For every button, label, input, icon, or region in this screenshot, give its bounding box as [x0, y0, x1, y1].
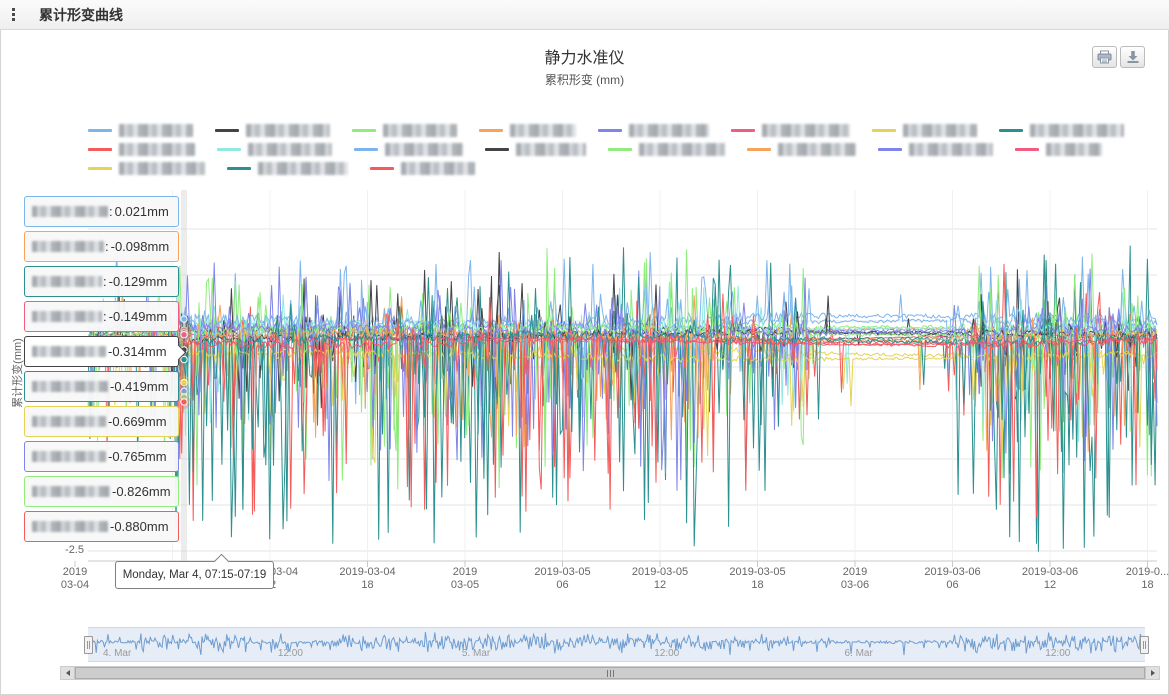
tooltip-label-blurred: [32, 346, 106, 357]
left-arrow-icon: [66, 670, 70, 676]
tooltip-value: 0.021mm: [115, 204, 169, 219]
date-range-tooltip: Monday, Mar 4, 07:15-07:19: [115, 561, 274, 589]
x-axis-label: 2019-03-0518: [712, 566, 804, 592]
tooltip-label-blurred: [32, 486, 110, 497]
series-tooltip-box: -0.826mm: [24, 476, 179, 507]
x-axis-label: 2019-03-0506: [517, 566, 609, 592]
x-axis-label: 201903-05: [419, 566, 511, 592]
x-axis-label: 2019-03-0606: [907, 566, 999, 592]
x-axis-label: 2019-03-0512: [614, 566, 706, 592]
tooltip-value: -0.314mm: [108, 344, 167, 359]
tooltip-label-blurred: [32, 241, 104, 252]
navigator-label: 6. Mar: [844, 648, 872, 659]
tooltip-value: -0.826mm: [112, 484, 171, 499]
tooltip-separator: :: [103, 309, 107, 324]
tooltip-label-blurred: [32, 416, 106, 427]
tooltip-separator: :: [105, 239, 109, 254]
tooltip-value: -0.669mm: [108, 414, 167, 429]
series-tooltip-box: :-0.098mm: [24, 231, 179, 262]
tooltip-label-blurred: [32, 451, 106, 462]
x-axis-label: 201903-04: [29, 566, 121, 592]
series-tooltip-box: :-0.129mm: [24, 266, 179, 297]
navigator-right-handle[interactable]: [1140, 636, 1149, 654]
tooltip-value: -0.098mm: [111, 239, 170, 254]
scrollbar-left-arrow[interactable]: [61, 667, 75, 679]
x-axis-label: 2019-0...18: [1102, 566, 1169, 592]
tooltip-separator: :: [109, 204, 113, 219]
series-tooltip-box: :0.021mm: [24, 196, 179, 227]
x-axis-label: 2019-03-0418: [322, 566, 414, 592]
navigator-left-handle[interactable]: [84, 636, 93, 654]
x-axis-label: 2019-03-0612: [1004, 566, 1096, 592]
series-tooltip-box: :-0.149mm: [24, 301, 179, 332]
tooltip-label-blurred: [32, 381, 108, 392]
tooltip-value: -0.880mm: [110, 519, 169, 534]
navigator-series: [88, 628, 1145, 661]
tooltip-value: -0.419mm: [110, 379, 169, 394]
tooltip-value: -0.149mm: [109, 309, 168, 324]
tooltip-label-blurred: [32, 276, 102, 287]
tooltip-label-blurred: [32, 206, 108, 217]
series-tooltip-box: -0.765mm: [24, 441, 179, 472]
date-range-text: Monday, Mar 4, 07:15-07:19: [123, 569, 267, 581]
tooltip-value: -0.765mm: [108, 449, 167, 464]
right-arrow-icon: [1151, 670, 1155, 676]
x-axis-label: 201903-06: [809, 566, 901, 592]
tooltip-label-blurred: [32, 311, 102, 322]
navigator-label: 12:00: [1045, 648, 1070, 659]
navigator-label: 4. Mar: [103, 648, 131, 659]
tooltip-label-blurred: [32, 521, 108, 532]
series-tooltip-box: -0.314mm: [24, 336, 179, 367]
tooltip-value: -0.129mm: [109, 274, 168, 289]
navigator-label: 5. Mar: [462, 648, 490, 659]
y-axis-tick-label: -2.5: [46, 544, 84, 556]
series-tooltip-box: -0.669mm: [24, 406, 179, 437]
scrollbar-thumb[interactable]: [75, 667, 1145, 679]
y-axis-title: 累计形变(mm): [9, 315, 23, 431]
series-tooltip-box: -0.419mm: [24, 371, 179, 402]
navigator-label: 12:00: [654, 648, 679, 659]
navigator-label: 12:00: [278, 648, 303, 659]
tooltip-separator: :: [103, 274, 107, 289]
navigator[interactable]: 4. Mar 12:00 5. Mar 12:00 6. Mar 12:00: [88, 627, 1145, 662]
series-tooltip-box: -0.880mm: [24, 511, 179, 542]
horizontal-scrollbar[interactable]: [60, 666, 1160, 680]
scrollbar-right-arrow[interactable]: [1145, 667, 1159, 679]
